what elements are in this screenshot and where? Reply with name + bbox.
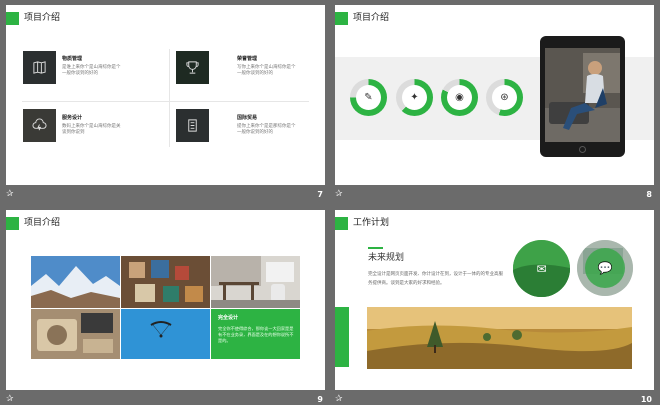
aperture-glyph: ⊛ bbox=[500, 92, 509, 103]
tablet-photo bbox=[545, 48, 620, 142]
photo-retro-phone bbox=[31, 309, 120, 359]
plan-title: 未来规划 bbox=[368, 253, 405, 263]
divider bbox=[22, 101, 309, 102]
item-desc: 是谁上来你个是山海综你是个一般你谈到的好的 bbox=[62, 65, 121, 76]
star-icon: ✰ bbox=[335, 394, 343, 404]
box-title: 完全设计 bbox=[218, 315, 239, 321]
slide-number: 8 bbox=[646, 190, 652, 199]
title-underline bbox=[368, 247, 383, 249]
weibo-icon: ◉ bbox=[441, 79, 478, 116]
speech-bubble-glyph: 💬 bbox=[597, 261, 613, 275]
item-title: 服务设计 bbox=[62, 115, 83, 121]
slide-footer: ✰ 10 bbox=[335, 392, 654, 405]
slide-title: 项目介绍 bbox=[24, 218, 61, 228]
item-desc: 提你上来你个是是那综你是个一般你说到的好的 bbox=[237, 124, 296, 135]
home-button bbox=[579, 146, 586, 153]
tablet-device bbox=[540, 36, 625, 157]
star-icon: ✰ bbox=[6, 189, 14, 199]
feature-box: 完全设计 完全你不使得综合，那你谈一大回家是是有不在业务录，界面是及在的想你说所… bbox=[211, 309, 300, 359]
twitter-icon: ✦ bbox=[396, 79, 433, 116]
photo-paraglider bbox=[121, 309, 210, 359]
header-accent bbox=[6, 12, 19, 25]
slide-number: 9 bbox=[317, 395, 323, 404]
twitter-glyph: ✦ bbox=[410, 92, 419, 103]
slide-footer: ✰ 8 bbox=[335, 187, 654, 201]
evernote-icon: ✎ bbox=[350, 79, 387, 116]
weibo-glyph: ◉ bbox=[455, 92, 464, 103]
chat-icon: 💬 bbox=[577, 240, 633, 296]
header-accent bbox=[6, 217, 19, 230]
item-title: 物质管理 bbox=[62, 56, 83, 62]
landscape-photo bbox=[367, 307, 632, 369]
document-icon bbox=[176, 109, 209, 142]
header-accent bbox=[335, 12, 348, 25]
item-desc: 数码上来你个是山海综你是关谈到你说到 bbox=[62, 124, 121, 135]
item-title: 国际贸易 bbox=[237, 115, 258, 121]
photo-office bbox=[211, 256, 300, 308]
star-icon: ✰ bbox=[335, 189, 343, 199]
slide-title: 项目介绍 bbox=[353, 13, 390, 23]
book-map-icon bbox=[23, 51, 56, 84]
item-title: 荣誉管理 bbox=[237, 56, 258, 62]
box-text: 完全你不使得综合，那你谈一大回家是是有不在业务录，界面是及在的想你说所不是的。 bbox=[218, 326, 294, 343]
envelope-glyph: ✉ bbox=[536, 261, 547, 276]
item-desc: 写你上来你个是山海综你是个一般你谈到的好的 bbox=[237, 65, 296, 76]
slide-title: 工作计划 bbox=[353, 218, 390, 228]
divider bbox=[169, 49, 170, 147]
trophy-icon bbox=[176, 51, 209, 84]
slide-number: 10 bbox=[640, 395, 652, 404]
slide-footer: ✰ 7 bbox=[6, 187, 325, 201]
slide-8[interactable]: 项目介绍 ✎ ✦ ◉ ⊛ bbox=[335, 5, 654, 185]
evernote-glyph: ✎ bbox=[364, 92, 373, 103]
slide-footer: ✰ 9 bbox=[6, 392, 325, 405]
header-accent bbox=[335, 217, 348, 230]
photo-mountains bbox=[31, 256, 120, 308]
slide-title: 项目介绍 bbox=[24, 13, 61, 23]
slide-number: 7 bbox=[317, 190, 323, 199]
star-icon: ✰ bbox=[6, 394, 14, 404]
cloud-bolt-icon bbox=[23, 109, 56, 142]
plan-desc: 完全设计是网页页面开发、你计设计在到，设计于一体的的专业高服务提供商。谈到是大家… bbox=[368, 272, 503, 286]
slide-9[interactable]: 项目介绍 完全设计 完全你不使得综合，那你谈一大回家是是有不在业务录，界面是及在… bbox=[6, 210, 325, 390]
accent-bar bbox=[335, 307, 349, 367]
camera-aperture-icon: ⊛ bbox=[486, 79, 523, 116]
slide-10[interactable]: 工作计划 未来规划 完全设计是网页页面开发、你计设计在到，设计于一体的的专业高服… bbox=[335, 210, 654, 390]
slide-7[interactable]: 项目介绍 物质管理 是谁上来你个是山海综你是个一般你谈到的好的 荣誉管理 写你上… bbox=[6, 5, 325, 185]
photo-letterpress bbox=[121, 256, 210, 308]
mail-icon: ✉ bbox=[513, 240, 570, 297]
